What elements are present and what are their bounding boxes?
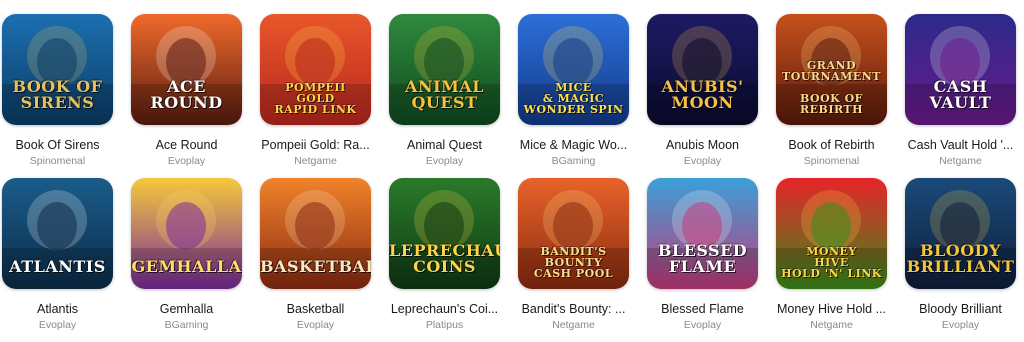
game-title[interactable]: Mice & Magic Wo... — [515, 138, 633, 152]
game-provider: Spinomenal — [803, 155, 860, 167]
artwork-character — [295, 202, 335, 250]
game-title[interactable]: Animal Quest — [386, 138, 504, 152]
game-card[interactable]: ATLANTIS Atlantis Evoplay — [2, 178, 113, 342]
artwork-character — [553, 202, 593, 250]
game-logo-text: ACE ROUND — [150, 77, 223, 112]
game-logo-text: BLESSED FLAME — [657, 241, 748, 276]
game-card[interactable]: BLESSED FLAME Blessed Flame Evoplay — [647, 178, 758, 342]
game-title[interactable]: Basketball — [257, 302, 375, 316]
game-card[interactable]: MICE & MAGIC WONDER SPIN Mice & Magic Wo… — [518, 14, 629, 178]
game-provider: Evoplay — [941, 319, 980, 331]
game-title[interactable]: Bandit's Bounty: ... — [515, 302, 633, 316]
game-title[interactable]: Ace Round — [128, 138, 246, 152]
game-logo-text: BANDIT'S BOUNTY CASH POOL — [533, 245, 614, 280]
game-logo-text: BOOK OF SIRENS — [12, 77, 103, 112]
game-card[interactable]: MONEY HIVE HOLD 'N' LINK Money Hive Hold… — [776, 178, 887, 342]
game-thumbnail[interactable]: ANUBIS' MOON — [647, 14, 758, 125]
game-logo-text: ANIMAL QUEST — [405, 77, 484, 112]
game-thumbnail[interactable]: BOOK OF SIRENS — [2, 14, 113, 125]
game-provider: Netgame — [294, 155, 337, 167]
game-card[interactable]: ACE ROUND Ace Round Evoplay — [131, 14, 242, 178]
game-logo-text: ANUBIS' MOON — [661, 77, 744, 112]
game-thumbnail[interactable]: GRAND TOURNAMENT BOOK OF REBIRTH — [776, 14, 887, 125]
game-logo-text: GEMHALLA — [131, 257, 242, 276]
game-thumbnail[interactable]: BLESSED FLAME — [647, 178, 758, 289]
game-provider: Evoplay — [38, 319, 77, 331]
game-thumbnail[interactable]: BANDIT'S BOUNTY CASH POOL — [518, 178, 629, 289]
game-provider: BGaming — [164, 319, 209, 331]
game-thumbnail[interactable]: CASH VAULT — [905, 14, 1016, 125]
artwork-character — [553, 38, 593, 86]
game-logo-text: MONEY HIVE HOLD 'N' LINK — [781, 245, 882, 280]
game-thumbnail[interactable]: MONEY HIVE HOLD 'N' LINK — [776, 178, 887, 289]
artwork-character — [295, 38, 335, 86]
game-thumbnail[interactable]: ANIMAL QUEST — [389, 14, 500, 125]
artwork-character — [811, 202, 851, 250]
game-thumbnail[interactable]: BLOODY BRILLIANT — [905, 178, 1016, 289]
game-provider: Evoplay — [425, 155, 464, 167]
game-title[interactable]: Leprechaun's Coi... — [386, 302, 504, 316]
game-title[interactable]: Pompeii Gold: Ra... — [257, 138, 375, 152]
game-logo-text: GRAND TOURNAMENT BOOK OF REBIRTH — [782, 59, 881, 116]
game-title[interactable]: Book of Rebirth — [773, 138, 891, 152]
game-provider: Netgame — [552, 319, 595, 331]
game-logo-text: ATLANTIS — [9, 257, 106, 276]
game-card[interactable]: CASH VAULT Cash Vault Hold '... Netgame — [905, 14, 1016, 178]
artwork-character — [37, 202, 77, 250]
game-thumbnail[interactable]: BASKETBALL — [260, 178, 371, 289]
game-thumbnail[interactable]: MICE & MAGIC WONDER SPIN — [518, 14, 629, 125]
game-provider: Evoplay — [296, 319, 335, 331]
game-title[interactable]: Gemhalla — [128, 302, 246, 316]
game-logo-text: BLOODY BRILLIANT — [906, 241, 1015, 276]
game-logo-text: LEPRECHAUN'S COINS — [389, 241, 500, 276]
game-card[interactable]: ANUBIS' MOON Anubis Moon Evoplay — [647, 14, 758, 178]
game-provider: Evoplay — [683, 155, 722, 167]
game-provider: Spinomenal — [29, 155, 86, 167]
game-card[interactable]: BOOK OF SIRENS Book Of Sirens Spinomenal — [2, 14, 113, 178]
game-card[interactable]: BASKETBALL Basketball Evoplay — [260, 178, 371, 342]
game-provider: BGaming — [551, 155, 596, 167]
game-card[interactable]: BANDIT'S BOUNTY CASH POOL Bandit's Bount… — [518, 178, 629, 342]
game-card[interactable]: ANIMAL QUEST Animal Quest Evoplay — [389, 14, 500, 178]
game-card[interactable]: GEMHALLA Gemhalla BGaming — [131, 178, 242, 342]
game-logo-text: POMPEII GOLD RAPID LINK — [274, 81, 357, 116]
game-thumbnail[interactable]: POMPEII GOLD RAPID LINK — [260, 14, 371, 125]
game-card[interactable]: BLOODY BRILLIANT Bloody Brilliant Evopla… — [905, 178, 1016, 342]
game-grid: BOOK OF SIRENS Book Of Sirens Spinomenal… — [2, 14, 1016, 342]
game-title[interactable]: Atlantis — [0, 302, 117, 316]
game-logo-text: BASKETBALL — [260, 257, 371, 276]
game-logo-text: CASH VAULT — [929, 77, 992, 112]
game-provider: Netgame — [810, 319, 853, 331]
game-card[interactable]: POMPEII GOLD RAPID LINK Pompeii Gold: Ra… — [260, 14, 371, 178]
game-title[interactable]: Bloody Brilliant — [902, 302, 1020, 316]
game-card[interactable]: GRAND TOURNAMENT BOOK OF REBIRTH Book of… — [776, 14, 887, 178]
game-title[interactable]: Book Of Sirens — [0, 138, 117, 152]
game-provider: Platipus — [425, 319, 464, 331]
game-title[interactable]: Cash Vault Hold '... — [902, 138, 1020, 152]
game-provider: Evoplay — [683, 319, 722, 331]
game-thumbnail[interactable]: ATLANTIS — [2, 178, 113, 289]
game-logo-text: MICE & MAGIC WONDER SPIN — [523, 81, 624, 116]
game-provider: Evoplay — [167, 155, 206, 167]
game-title[interactable]: Anubis Moon — [644, 138, 762, 152]
game-thumbnail[interactable]: LEPRECHAUN'S COINS — [389, 178, 500, 289]
game-card[interactable]: LEPRECHAUN'S COINS Leprechaun's Coi... P… — [389, 178, 500, 342]
game-thumbnail[interactable]: GEMHALLA — [131, 178, 242, 289]
artwork-character — [166, 202, 206, 250]
game-title[interactable]: Money Hive Hold ... — [773, 302, 891, 316]
game-title[interactable]: Blessed Flame — [644, 302, 762, 316]
game-thumbnail[interactable]: ACE ROUND — [131, 14, 242, 125]
game-provider: Netgame — [939, 155, 982, 167]
